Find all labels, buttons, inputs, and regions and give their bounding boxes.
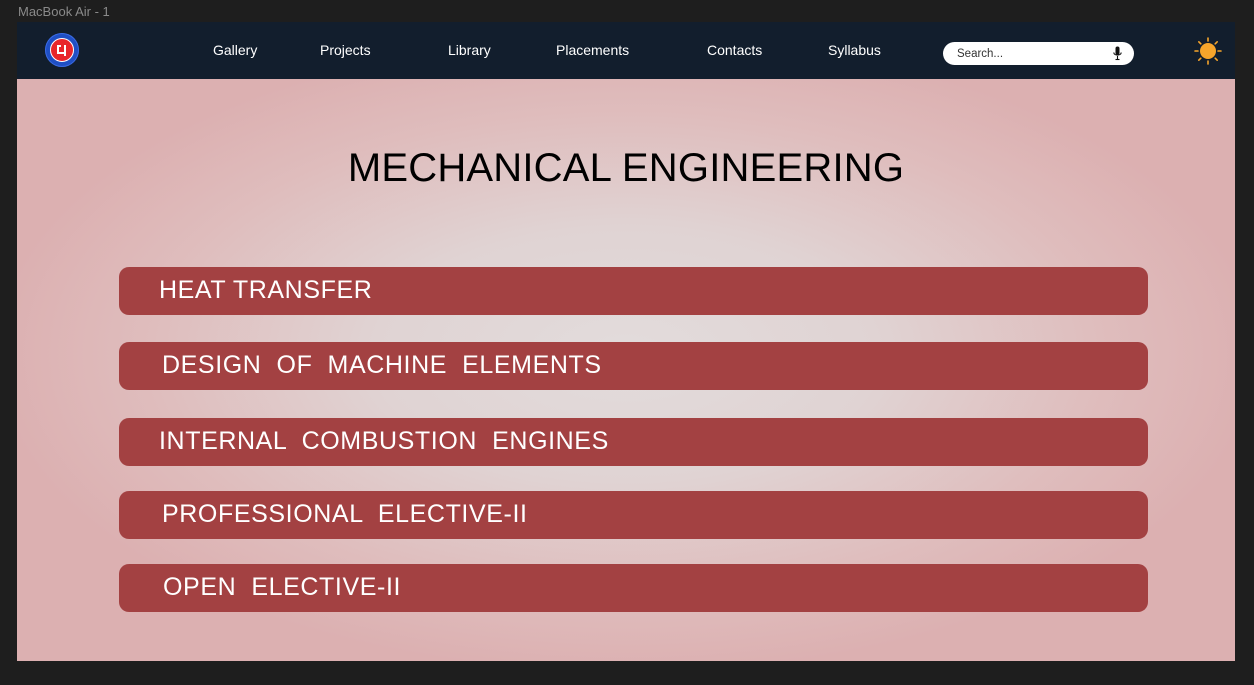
subject-label: INTERNAL COMBUSTION ENGINES (159, 427, 609, 455)
nav-link-projects[interactable]: Projects (320, 42, 371, 58)
logo-emblem (50, 38, 74, 62)
nav-link-contacts[interactable]: Contacts (707, 42, 762, 58)
page-title: MECHANICAL ENGINEERING (347, 146, 905, 190)
search-bar (943, 42, 1134, 65)
search-input[interactable] (957, 45, 1107, 62)
subject-label: OPEN ELECTIVE-II (163, 573, 402, 601)
nav-link-library[interactable]: Library (448, 42, 491, 58)
subject-bar-open-elective-ii[interactable]: OPEN ELECTIVE-II (119, 564, 1148, 612)
top-navbar: Gallery Projects Library Placements Cont… (17, 22, 1235, 79)
logo-glyph-icon (57, 45, 66, 56)
page-frame: Gallery Projects Library Placements Cont… (17, 22, 1235, 661)
college-logo-icon[interactable] (45, 33, 79, 67)
sun-icon[interactable] (1194, 37, 1222, 70)
frame-label: MacBook Air - 1 (18, 4, 110, 19)
subject-label: HEAT TRANSFER (159, 276, 373, 304)
subject-bar-internal-combustion-engines[interactable]: INTERNAL COMBUSTION ENGINES (119, 418, 1148, 466)
microphone-icon[interactable] (1113, 46, 1122, 66)
subject-label: PROFESSIONAL ELECTIVE-II (162, 500, 528, 528)
nav-link-gallery[interactable]: Gallery (213, 42, 257, 58)
subject-bar-professional-elective-ii[interactable]: PROFESSIONAL ELECTIVE-II (119, 491, 1148, 539)
nav-link-placements[interactable]: Placements (556, 42, 629, 58)
subject-bar-heat-transfer[interactable]: HEAT TRANSFER (119, 267, 1148, 315)
subject-label: DESIGN OF MACHINE ELEMENTS (162, 351, 602, 379)
subject-bar-design-of-machine-elements[interactable]: DESIGN OF MACHINE ELEMENTS (119, 342, 1148, 390)
nav-link-syllabus[interactable]: Syllabus (828, 42, 881, 58)
